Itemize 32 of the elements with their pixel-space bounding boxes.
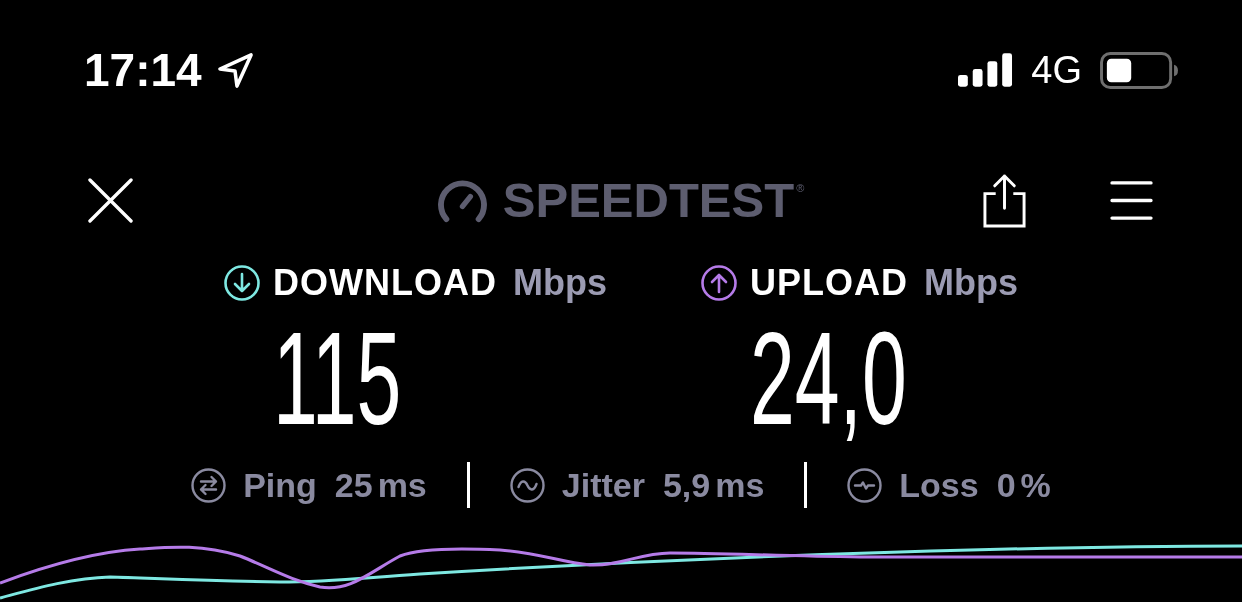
result-label: UPLOAD (750, 265, 908, 301)
stat-value: 0 (996, 468, 1016, 502)
stat-label: Loss (899, 468, 979, 502)
result-label: DOWNLOAD (273, 265, 497, 301)
pulse-circle-icon (847, 467, 883, 503)
stat-label: Jitter (561, 468, 645, 502)
stat-unit: % (1020, 468, 1051, 502)
menu-icon (1110, 180, 1153, 220)
logo-text: SPEEDTEST (502, 175, 795, 225)
close-icon (88, 177, 133, 223)
stat-value: 5,9 (662, 468, 711, 502)
share-icon (982, 172, 1027, 228)
stat-unit: ms (377, 468, 427, 502)
stat-label: Ping (243, 468, 317, 502)
stat-unit: ms (715, 468, 765, 502)
speed-value: 115 (273, 313, 402, 445)
unit-label: Mbps (513, 265, 607, 301)
network-type: 4G (1031, 51, 1082, 89)
gauge-icon (436, 177, 488, 223)
speed-value: 24,0 (750, 313, 907, 445)
wave-circle-icon (509, 467, 545, 503)
menu-button[interactable] (1110, 180, 1153, 220)
battery-icon (1100, 51, 1178, 89)
location-arrow-icon (216, 51, 254, 89)
stat-value: 25 (334, 468, 373, 502)
registered-mark: ® (796, 181, 805, 194)
signal-bars-icon (958, 53, 1014, 87)
arrows-circle-icon (191, 467, 227, 503)
unit-label: Mbps (924, 265, 1018, 301)
status-time: 17:14 (84, 47, 202, 93)
close-button[interactable] (88, 177, 133, 223)
share-button[interactable] (982, 172, 1027, 228)
